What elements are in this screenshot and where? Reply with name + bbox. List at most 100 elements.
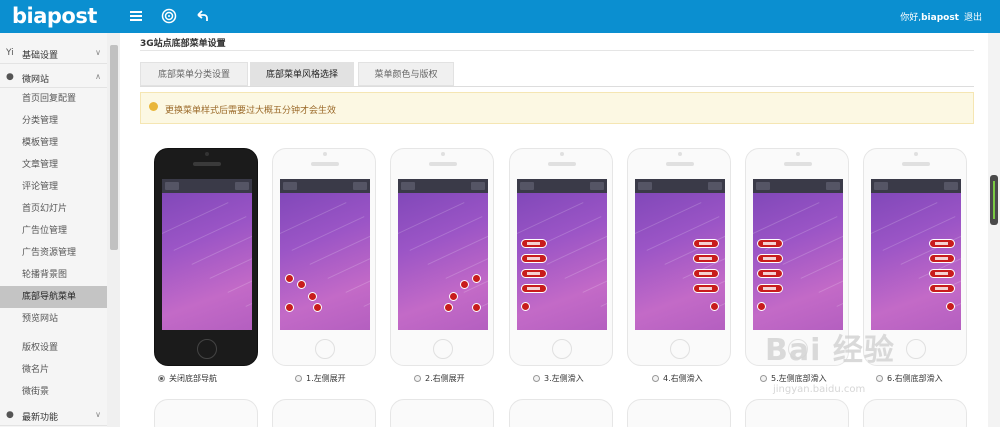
sidebar-item[interactable]: 模板管理 (0, 132, 107, 154)
decor-streak (546, 230, 607, 265)
speaker (548, 162, 576, 166)
camera (441, 152, 445, 156)
target-icon[interactable] (161, 8, 177, 24)
phone-preview-0[interactable] (154, 148, 258, 366)
undo-icon[interactable] (194, 8, 210, 24)
sidebar-item-active[interactable]: 底部导航菜单 (0, 286, 107, 308)
page-title: 3G站点底部菜单设置 (140, 39, 226, 49)
phone-preview-row2[interactable] (509, 399, 613, 427)
menu-dot (308, 292, 317, 301)
decor-streak (327, 244, 370, 279)
watermark-url: jingyan.baidu.com (773, 384, 866, 395)
radio-button[interactable] (158, 375, 165, 382)
radio-button[interactable] (760, 375, 767, 382)
phone-preview-row2[interactable] (272, 399, 376, 427)
menu-pill (929, 284, 955, 293)
phone-preview-3[interactable] (509, 148, 613, 366)
logo[interactable]: biapost (12, 4, 97, 28)
menu-pill (693, 239, 719, 248)
sidebar-item[interactable]: 微名片 (0, 359, 107, 381)
menu-icon[interactable] (128, 8, 144, 24)
menu-pill (521, 269, 547, 278)
home-button (433, 339, 453, 359)
style-option-6[interactable]: 6.右侧底部滑入 (876, 373, 943, 384)
menu-dot (472, 303, 481, 312)
radio-button[interactable] (414, 375, 421, 382)
radio-button[interactable] (652, 375, 659, 382)
style-option-4[interactable]: 4.右侧滑入 (652, 373, 703, 384)
tab-menu-category[interactable]: 底部菜单分类设置 (140, 62, 248, 86)
style-option-5[interactable]: 5.左侧底部滑入 (760, 373, 827, 384)
sidebar-item[interactable]: 广告位管理 (0, 220, 107, 242)
tab-menu-color[interactable]: 菜单颜色与版权 (358, 62, 454, 86)
decor-streak (209, 244, 252, 279)
tab-divider (140, 86, 974, 87)
back-button-icon (283, 182, 297, 190)
decor-streak (427, 230, 488, 265)
camera (560, 152, 564, 156)
phone-preview-row2[interactable] (154, 399, 258, 427)
sidebar-item[interactable]: 分类管理 (0, 110, 107, 132)
sidebar-scrollbar-thumb[interactable] (110, 45, 118, 250)
phone-preview-row2[interactable] (390, 399, 494, 427)
phone-preview-row2[interactable] (745, 399, 849, 427)
sidebar-item[interactable]: 轮播背景图 (0, 264, 107, 286)
tab-menu-style[interactable]: 底部菜单风格选择 (250, 62, 354, 86)
menu-dot (757, 302, 766, 311)
option-label: 4.右侧滑入 (663, 374, 703, 383)
phone-navbar (635, 179, 725, 193)
notice-text: 更换菜单样式后需要过大概五分钟才会生效 (165, 106, 337, 116)
phone-screen (280, 179, 370, 330)
phone-navbar (871, 179, 961, 193)
menu-pill (693, 254, 719, 263)
decor-streak (280, 202, 347, 237)
sidebar-section-new[interactable]: ● 最新功能 ∨ (0, 404, 107, 426)
phone-screen (517, 179, 607, 330)
phone-preview-1[interactable] (272, 148, 376, 366)
decor-streak (398, 202, 465, 237)
sidebar-item[interactable]: 评论管理 (0, 176, 107, 198)
style-option-3[interactable]: 3.左侧滑入 (533, 373, 584, 384)
sidebar-section-label: 最新功能 (22, 413, 59, 423)
chevron-down-icon: ∨ (95, 48, 101, 57)
more-icon (944, 182, 958, 190)
sidebar-item[interactable]: 首页回复配置 (0, 88, 107, 110)
back-button-icon (401, 182, 415, 190)
decor-streak (836, 272, 843, 307)
phone-preview-row2[interactable] (627, 399, 731, 427)
phone-navbar (398, 179, 488, 193)
decor-streak (481, 272, 488, 307)
more-icon (590, 182, 604, 190)
logout-link[interactable]: 退出 (964, 13, 982, 23)
phone-preview-4[interactable] (627, 148, 731, 366)
radio-button[interactable] (876, 375, 883, 382)
phone-screen (635, 179, 725, 330)
sidebar-item[interactable]: 预览网站 (0, 308, 107, 330)
back-button-icon (874, 182, 888, 190)
sidebar-item[interactable]: 文章管理 (0, 154, 107, 176)
sidebar-section-basic[interactable]: Yi 基础设置 ∨ (0, 42, 107, 64)
camera (914, 152, 918, 156)
decor-streak (162, 202, 229, 237)
sidebar-item[interactable]: 首页幻灯片 (0, 198, 107, 220)
menu-pill (929, 269, 955, 278)
sidebar-item[interactable]: 微街景 (0, 381, 107, 403)
radio-button[interactable] (295, 375, 302, 382)
page-scrollbar[interactable] (988, 33, 1000, 427)
phone-preview-row2[interactable] (863, 399, 967, 427)
camera (205, 152, 209, 156)
sidebar-item[interactable]: 广告资源管理 (0, 242, 107, 264)
page-scrollbar-thumb[interactable] (990, 175, 998, 225)
sidebar-section-microsite[interactable]: ● 微网站 ∧ (0, 66, 107, 88)
decor-streak (635, 202, 702, 237)
username[interactable]: biapost (921, 13, 959, 23)
style-option-1[interactable]: 1.左侧展开 (295, 373, 346, 384)
sidebar-section-label: 基础设置 (22, 51, 59, 61)
style-option-0[interactable]: 关闭底部导航 (158, 373, 217, 384)
phone-preview-2[interactable] (390, 148, 494, 366)
radio-button[interactable] (533, 375, 540, 382)
style-option-2[interactable]: 2.右侧展开 (414, 373, 465, 384)
more-icon (235, 182, 249, 190)
menu-dot (521, 302, 530, 311)
sidebar-item[interactable]: 版权设置 (0, 337, 107, 359)
